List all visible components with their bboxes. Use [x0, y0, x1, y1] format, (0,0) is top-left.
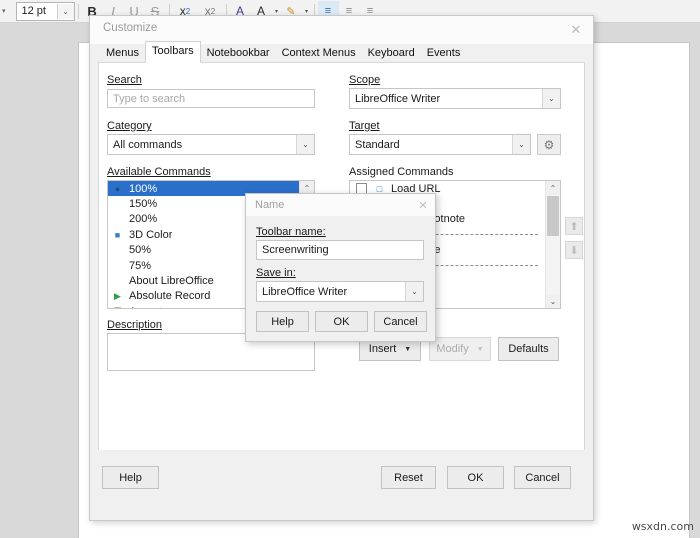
chevron-down-icon[interactable]: ⌄ — [512, 135, 530, 154]
toolbar-overflow-caret[interactable]: ▾ — [2, 7, 6, 15]
available-commands-label: Available Commands — [107, 166, 211, 178]
close-icon[interactable]: ✕ — [415, 198, 431, 212]
customize-tab-bar[interactable]: Menus Toolbars Notebookbar Context Menus… — [100, 41, 467, 63]
save-in-combo[interactable]: LibreOffice Writer ⌄ — [256, 281, 424, 302]
chevron-down-icon[interactable]: ⌄ — [405, 282, 423, 301]
tab-notebookbar[interactable]: Notebookbar — [201, 44, 276, 63]
modify-button-label: Modify — [436, 343, 469, 355]
zoom-icon: ● — [114, 183, 121, 194]
search-input[interactable]: Type to search — [107, 89, 315, 108]
tab-context-menus[interactable]: Context Menus — [276, 44, 362, 63]
chevron-down-icon[interactable]: ⌄ — [296, 135, 314, 154]
defaults-button-label: Defaults — [508, 343, 549, 355]
list-item-label: Accept — [129, 306, 163, 308]
scroll-down-icon[interactable]: ⌄ — [546, 294, 560, 308]
scope-value: LibreOffice Writer — [355, 92, 441, 105]
watermark: wsxdn.com — [631, 520, 694, 533]
font-size-value: 12 pt — [21, 5, 46, 17]
modify-button: Modify ▼ — [429, 337, 491, 361]
target-value: Standard — [355, 138, 400, 151]
list-item-label: 200% — [129, 213, 158, 226]
tab-keyboard[interactable]: Keyboard — [362, 44, 421, 63]
list-item-label: Absolute Record — [129, 290, 211, 303]
no-icon — [110, 275, 125, 288]
description-label: Description — [107, 319, 163, 331]
list-item-label: 100% — [129, 182, 158, 195]
toolbar-name-input[interactable]: Screenwriting — [256, 240, 424, 260]
move-down-button[interactable]: ⬇ — [565, 241, 583, 259]
customize-dialog-title: Customize — [103, 22, 158, 34]
scope-combo[interactable]: LibreOffice Writer ⌄ — [349, 88, 561, 109]
ok-button[interactable]: OK — [447, 466, 504, 489]
customize-titlebar: Customize ✕ — [90, 16, 593, 44]
list-item-label: 50% — [129, 244, 152, 257]
target-combo[interactable]: Standard ⌄ — [349, 134, 531, 155]
name-dialog: Name ✕ Toolbar name: Screenwriting Save … — [245, 193, 436, 342]
scroll-up-icon[interactable]: ⌃ — [546, 181, 560, 195]
color-3d-icon: ■ — [114, 229, 121, 240]
font-size-combo[interactable]: 12 pt ⌄ — [15, 1, 75, 21]
no-icon — [110, 198, 125, 211]
record-icon: ▶ — [114, 290, 121, 301]
move-up-button[interactable]: ⬆ — [565, 217, 583, 235]
name-cancel-button[interactable]: Cancel — [374, 311, 427, 332]
name-dialog-titlebar: Name ✕ — [246, 194, 435, 216]
accept-icon: ☰ — [110, 305, 125, 308]
no-icon — [110, 259, 125, 272]
scrollbar-thumb[interactable] — [547, 196, 559, 236]
name-ok-button[interactable]: OK — [315, 311, 368, 332]
tab-toolbars[interactable]: Toolbars — [145, 41, 201, 63]
no-icon — [110, 213, 125, 226]
insert-button-label: Insert — [368, 343, 397, 355]
category-label: Category — [107, 120, 152, 132]
toolbar-name-value: Screenwriting — [262, 244, 329, 256]
customize-footer: Help Reset OK Cancel — [90, 450, 593, 520]
close-icon[interactable]: ✕ — [559, 16, 593, 43]
search-label: Search — [107, 74, 142, 86]
tab-menus[interactable]: Menus — [100, 44, 145, 63]
assigned-list-scrollbar[interactable]: ⌃ ⌄ — [545, 181, 560, 308]
save-in-label: Save in: — [256, 267, 296, 279]
gear-icon[interactable]: ⚙ — [537, 134, 561, 155]
no-icon — [110, 244, 125, 257]
toolbar-name-label: Toolbar name: — [256, 226, 326, 238]
cancel-button[interactable]: Cancel — [514, 466, 571, 489]
list-item-label: About LibreOffice — [129, 275, 214, 288]
scope-label: Scope — [349, 74, 381, 86]
chevron-down-icon[interactable]: ⌄ — [56, 3, 74, 19]
tab-events[interactable]: Events — [421, 44, 467, 63]
help-button[interactable]: Help — [102, 466, 159, 489]
target-label: Target — [349, 120, 380, 132]
name-help-button[interactable]: Help — [256, 311, 309, 332]
chevron-down-icon: ▼ — [476, 345, 484, 353]
toolbar-divider — [77, 3, 79, 19]
list-item-label: 75% — [129, 259, 152, 272]
search-placeholder: Type to search — [113, 92, 186, 105]
chevron-down-icon[interactable]: ⌄ — [542, 89, 560, 108]
assigned-commands-label: Assigned Commands — [349, 166, 454, 178]
chevron-down-icon[interactable]: ▼ — [404, 346, 411, 353]
defaults-button[interactable]: Defaults — [498, 337, 559, 361]
list-item-label: 150% — [129, 198, 158, 211]
reset-button[interactable]: Reset — [381, 466, 436, 489]
name-dialog-title: Name — [255, 199, 285, 211]
save-in-value: LibreOffice Writer — [262, 285, 348, 298]
list-item-label: 3D Color — [129, 228, 173, 241]
category-combo[interactable]: All commands ⌄ — [107, 134, 315, 155]
category-value: All commands — [113, 138, 183, 151]
